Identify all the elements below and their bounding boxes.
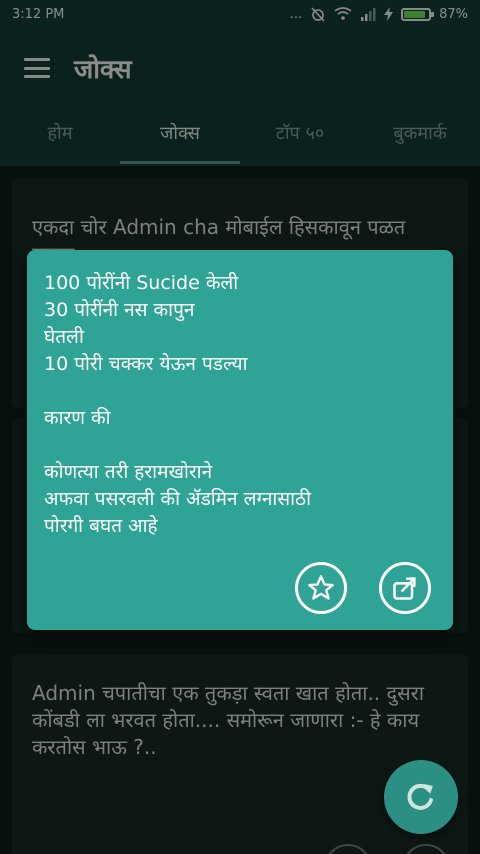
dialog-bookmark-button[interactable] xyxy=(295,562,347,614)
dialog-actions xyxy=(295,562,431,614)
dialog-share-button[interactable] xyxy=(379,562,431,614)
refresh-fab[interactable] xyxy=(384,760,458,834)
share-icon xyxy=(393,577,416,600)
joke-dialog: 100 पोरींनी Sucide केली 30 पोरींनी नस का… xyxy=(27,250,453,630)
dialog-joke-text: 100 पोरींनी Sucide केली 30 पोरींनी नस का… xyxy=(44,272,312,537)
refresh-icon xyxy=(407,783,433,810)
star-icon xyxy=(308,575,334,600)
